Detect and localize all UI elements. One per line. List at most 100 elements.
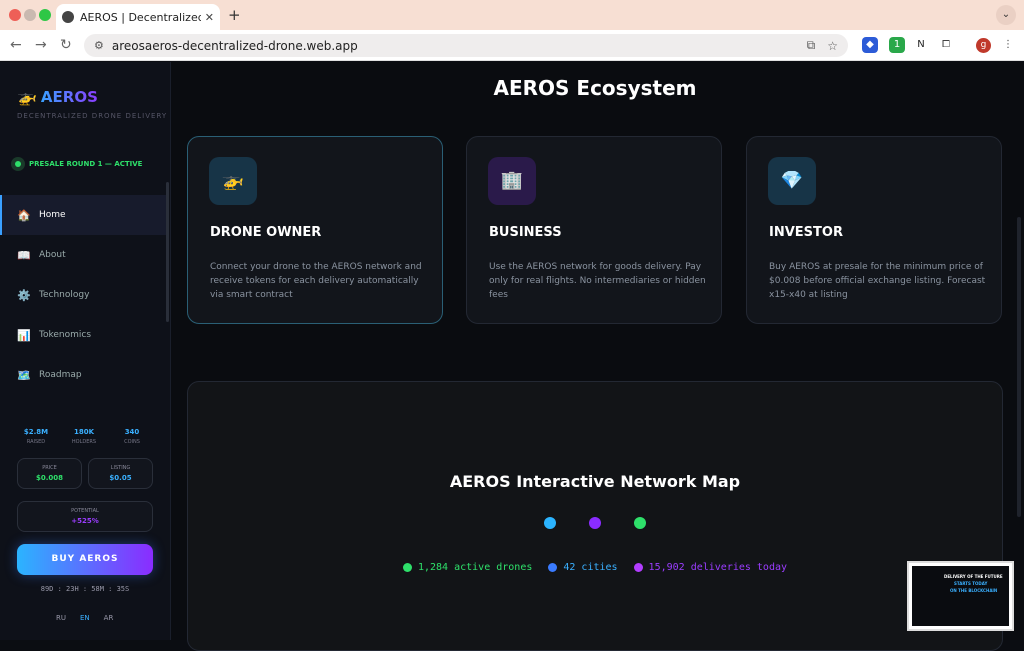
sidebar-menu: 🏠 Home 📖 About ⚙️ Technology 📊 Tokenomic…	[0, 195, 168, 395]
price-value: $0.008	[35, 474, 63, 482]
map-node-dot	[634, 517, 646, 529]
address-bar[interactable]: ⚙ areosaeros-decentralized-drone.web.app…	[84, 34, 848, 57]
helicopter-icon: 🚁	[209, 157, 257, 205]
stat-value: $2.8M	[23, 428, 49, 436]
back-arrow-icon[interactable]: ←	[10, 37, 22, 53]
puzzle-extensions-icon[interactable]: ⧠	[938, 37, 954, 53]
url-text: areosaeros-decentralized-drone.web.app	[111, 38, 358, 53]
sidebar-item-roadmap[interactable]: 🗺️ Roadmap	[0, 355, 168, 395]
diamond-icon: 💎	[768, 157, 816, 205]
stat-value: 180K	[73, 428, 95, 436]
site-settings-icon[interactable]: ⚙	[94, 39, 104, 52]
new-tab-button[interactable]: +	[228, 6, 241, 24]
sidebar-item-label: Home	[39, 210, 66, 220]
map-icon: 🗺️	[17, 368, 31, 382]
card-description: Connect your drone to the AEROS network …	[210, 262, 422, 300]
purple-dot-icon	[633, 563, 643, 572]
map-node-dot	[589, 517, 601, 529]
card-investor[interactable]: 💎 INVESTOR Buy AEROS at presale for the …	[746, 136, 1002, 324]
sidebar-item-home[interactable]: 🏠 Home	[0, 195, 168, 235]
stat-holders: 180K HOLDERS	[64, 428, 104, 445]
minimize-window-button[interactable]	[24, 9, 36, 21]
screenshot-thumbnail[interactable]: DELIVERY OF THE FUTURE STARTS TODAY ON T…	[907, 561, 1014, 631]
map-stat-text: 15,902 deliveries today	[648, 562, 788, 573]
sidebar-item-label: Technology	[39, 290, 90, 300]
listing-label: LISTING	[110, 465, 131, 471]
browser-tab[interactable]: AEROS | Decentralized Drone ✕	[56, 4, 220, 30]
close-window-button[interactable]	[9, 9, 21, 21]
stat-label: HOLDERS	[71, 439, 97, 445]
more-menu-icon[interactable]: ⋮	[1000, 37, 1016, 53]
bookmark-star-icon[interactable]: ☆	[827, 39, 838, 53]
house-icon: 🏠	[17, 208, 31, 222]
tab-title: AEROS | Decentralized Drone	[80, 10, 201, 24]
shield-extension-icon[interactable]: ◆	[862, 37, 878, 53]
card-description: Use the AEROS network for goods delivery…	[489, 262, 706, 300]
listing-card: LISTING $0.05	[88, 458, 153, 489]
potential-value: +525%	[71, 517, 99, 525]
page-title: AEROS Ecosystem	[493, 76, 697, 100]
stat-coins: 340 COINS	[112, 428, 152, 445]
sidebar-item-tokenomics[interactable]: 📊 Tokenomics	[0, 315, 168, 355]
presale-countdown: 89D : 23H : 58M : 35S	[40, 585, 130, 593]
main-scrollbar[interactable]	[1017, 217, 1021, 517]
extension-badge-icon[interactable]: 1	[889, 37, 905, 53]
brand-logo[interactable]: 🚁 AEROS	[17, 87, 98, 106]
potential-label: POTENTIAL	[71, 508, 99, 514]
book-icon: 📖	[17, 248, 31, 262]
green-dot-icon	[402, 563, 412, 572]
notion-icon[interactable]: N	[913, 37, 929, 53]
reload-icon[interactable]: ↻	[60, 37, 72, 53]
maximize-window-button[interactable]	[39, 9, 51, 21]
brand-name: AEROS	[40, 87, 98, 106]
sidebar-item-about[interactable]: 📖 About	[0, 235, 168, 275]
blue-dot-icon	[548, 563, 558, 572]
card-drone-owner[interactable]: 🚁 DRONE OWNER Connect your drone to the …	[187, 136, 443, 324]
browser-tab-bar: AEROS | Decentralized Drone ✕ + ⌄	[0, 0, 1024, 30]
close-icon[interactable]: ✕	[205, 11, 214, 24]
map-node-dot	[544, 517, 556, 529]
card-description: Buy AEROS at presale for the minimum pri…	[769, 262, 986, 300]
lang-ar[interactable]: AR	[104, 614, 114, 622]
chevron-down-icon[interactable]: ⌄	[996, 5, 1016, 25]
lang-ru[interactable]: RU	[56, 614, 66, 622]
map-title: AEROS Interactive Network Map	[449, 472, 741, 491]
bar-chart-icon: 📊	[17, 328, 31, 342]
card-title: DRONE OWNER	[210, 225, 322, 240]
price-label: PRICE	[42, 465, 57, 471]
map-stat-text: 1,284 active drones	[417, 562, 533, 573]
potential-card: POTENTIAL +525%	[17, 501, 153, 532]
card-business[interactable]: 🏢 BUSINESS Use the AEROS network for goo…	[466, 136, 722, 324]
map-stat-text: 42 cities	[563, 562, 618, 573]
presale-status-text: PRESALE ROUND 1 — ACTIVE	[29, 160, 143, 168]
thumbnail-headline: DELIVERY OF THE FUTURE	[944, 574, 1003, 579]
buy-aeros-button[interactable]: BUY AEROS	[17, 544, 153, 575]
sidebar-item-label: Tokenomics	[39, 330, 92, 340]
language-switcher: RU EN AR	[56, 614, 127, 622]
office-building-icon: 🏢	[488, 157, 536, 205]
translate-icon[interactable]: ⧉	[807, 38, 816, 53]
map-stat-cities: 42 cities	[548, 562, 618, 573]
lang-en[interactable]: EN	[80, 614, 90, 622]
forward-arrow-icon[interactable]: →	[35, 37, 47, 53]
map-stats: 1,284 active drones 42 cities 15,902 del…	[188, 562, 1002, 573]
sidebar-item-technology[interactable]: ⚙️ Technology	[0, 275, 168, 315]
profile-avatar[interactable]: g	[976, 38, 991, 53]
gear-icon: ⚙️	[17, 288, 31, 302]
thumbnail-preview: DELIVERY OF THE FUTURE STARTS TODAY ON T…	[912, 566, 1009, 626]
presale-status-badge: PRESALE ROUND 1 — ACTIVE	[11, 157, 142, 171]
map-stat-deliveries: 15,902 deliveries today	[633, 562, 788, 573]
map-stat-drones: 1,284 active drones	[402, 562, 533, 573]
thumbnail-headline: ON THE BLOCKCHAIN	[950, 588, 998, 593]
stat-label: RAISED	[26, 439, 46, 445]
stat-label: COINS	[124, 439, 140, 445]
live-indicator-icon	[11, 157, 25, 171]
stat-value: 340	[124, 428, 140, 436]
sidebar-scrollbar[interactable]	[166, 182, 169, 322]
globe-icon	[62, 11, 74, 23]
card-title: BUSINESS	[489, 225, 562, 240]
network-map-panel[interactable]: AEROS Interactive Network Map 1,284 acti…	[187, 381, 1003, 651]
card-title: INVESTOR	[769, 225, 843, 240]
map-node-indicators	[544, 517, 679, 529]
price-card: PRICE $0.008	[17, 458, 82, 489]
